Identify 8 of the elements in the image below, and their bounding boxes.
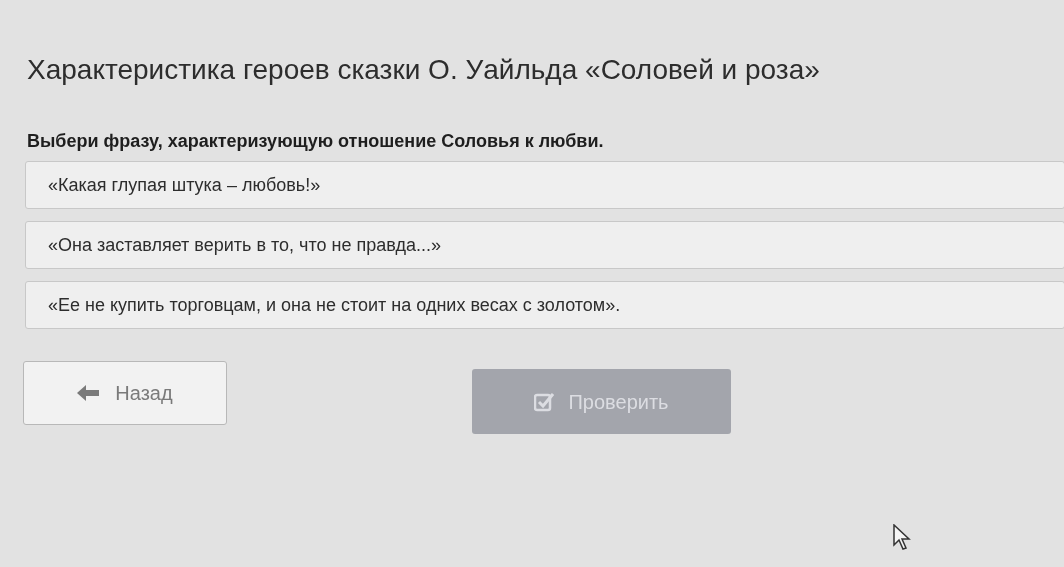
question-text: Выбери фразу, характеризующую отношение Соловья к любви.: [27, 130, 604, 153]
page-title: Характеристика героев сказки О. Уайльда «Соловей и роза»: [27, 53, 820, 87]
back-button[interactable]: Назад: [23, 361, 227, 425]
checkbox-icon: [534, 391, 555, 412]
answer-option[interactable]: «Она заставляет верить в то, что не правда...»: [25, 221, 1064, 269]
arrow-left-icon: [77, 385, 100, 401]
answer-option[interactable]: «Какая глупая штука – любовь!»: [25, 161, 1064, 209]
answer-option[interactable]: «Ее не купить торговцам, и она не стоит на одних весах с золотом».: [25, 281, 1064, 329]
